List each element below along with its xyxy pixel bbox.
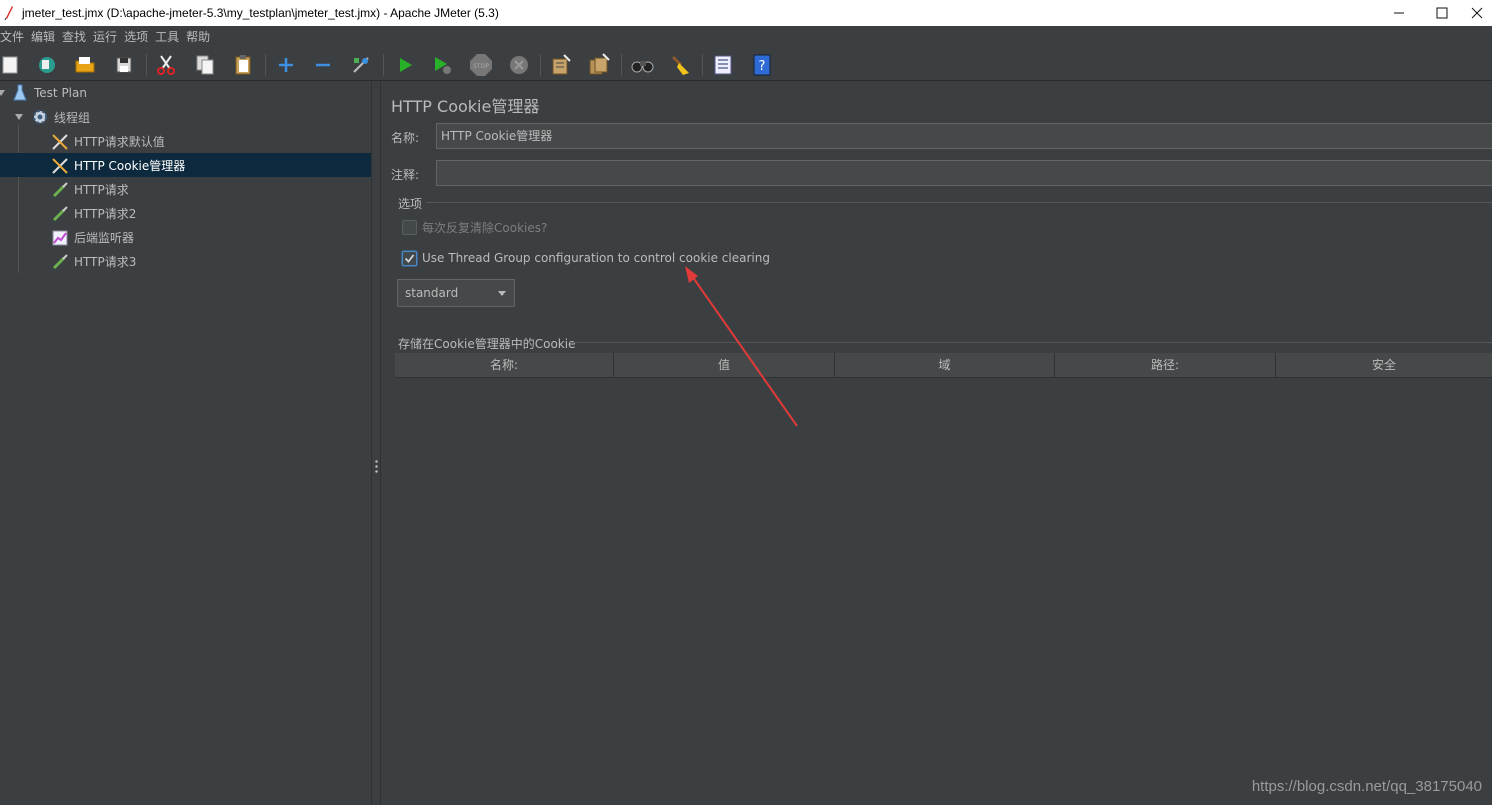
- watermark: https://blog.csdn.net/qq_38175040: [1251, 778, 1482, 795]
- annotation-arrow-line: [691, 275, 798, 427]
- annotation-arrow: [685, 266, 798, 427]
